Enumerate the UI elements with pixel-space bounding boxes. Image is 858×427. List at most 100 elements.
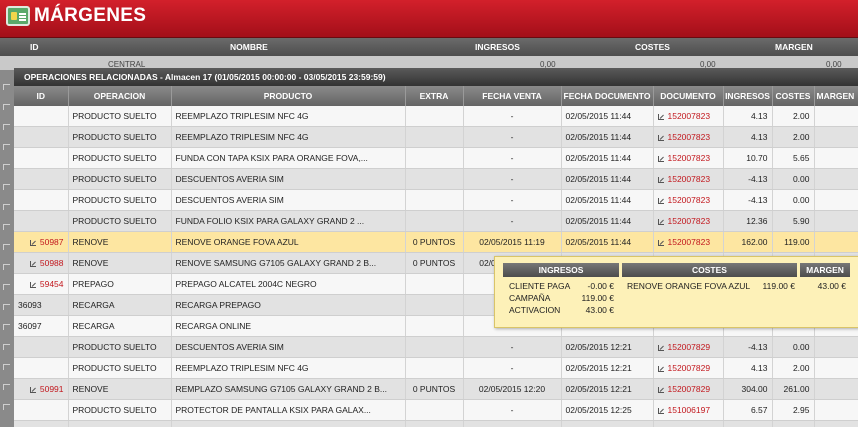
external-link-icon[interactable] bbox=[657, 218, 665, 225]
cell-extra: 0 PUNTOS bbox=[405, 231, 464, 253]
external-link-icon[interactable] bbox=[657, 239, 665, 246]
cell-documento: 152007823 bbox=[653, 147, 724, 169]
cell-id: 50987 bbox=[14, 231, 69, 253]
cell-producto: REEMPLAZO TRIPLESIM NFC 4G bbox=[171, 106, 406, 127]
cell-extra bbox=[405, 399, 464, 421]
external-link-icon[interactable] bbox=[657, 407, 665, 414]
external-link-icon[interactable] bbox=[657, 155, 665, 162]
cell-fecha-venta: - bbox=[463, 168, 562, 190]
operation-row[interactable]: PRODUCTO SUELTOREEMPLAZO TRIPLESIM NFC 4… bbox=[14, 126, 858, 148]
external-link-icon[interactable] bbox=[657, 197, 665, 204]
document-link[interactable]: 152007829 bbox=[668, 384, 711, 394]
col-fecha-documento[interactable]: FECHA DOCUMENTO bbox=[561, 86, 654, 106]
cell-margen: 2.13 bbox=[814, 357, 858, 379]
external-link-icon[interactable] bbox=[29, 386, 37, 393]
cell-id: 36097 bbox=[14, 315, 69, 337]
cell-extra bbox=[405, 126, 464, 148]
document-link[interactable]: 151006197 bbox=[668, 405, 711, 415]
background-table-left-column bbox=[0, 70, 14, 427]
cell-extra bbox=[405, 147, 464, 169]
cell-producto: RENOVE SAMSUNG G7105 GALAXY GRAND 2 B... bbox=[171, 252, 406, 274]
external-link-icon[interactable] bbox=[29, 260, 37, 267]
operation-row[interactable]: PRODUCTO SUELTO FUNDA CON TAPA KSIX PARA … bbox=[14, 147, 858, 169]
bg-col-ingresos[interactable]: INGRESOS bbox=[475, 42, 520, 52]
cell-margen: 3.62 bbox=[814, 399, 858, 421]
document-link[interactable]: 152007823 bbox=[668, 216, 711, 226]
operation-row[interactable]: PRODUCTO SUELTO PROTECTOR DE PANTALLA KSI… bbox=[14, 399, 858, 421]
cell-ingresos: 4.13 bbox=[723, 420, 773, 427]
operation-row[interactable]: PRODUCTO SUELTOREEMPLAZO TRIPLESIM NFC 4… bbox=[14, 106, 858, 127]
operation-row[interactable]: PRODUCTO SUELTOREEMPLAZO TRIPLESIM NFC 4… bbox=[14, 357, 858, 379]
operation-id-link[interactable]: 50987 bbox=[40, 237, 64, 247]
operation-row[interactable]: PRODUCTO SUELTO FUNDA FOLIO KSIX PARA GAL… bbox=[14, 210, 858, 232]
document-link[interactable]: 152007823 bbox=[668, 111, 711, 121]
external-link-icon[interactable] bbox=[657, 386, 665, 393]
col-operacion[interactable]: OPERACION bbox=[68, 86, 172, 106]
col-extra[interactable]: EXTRA bbox=[405, 86, 464, 106]
operation-row[interactable]: PRODUCTO SUELTO DESCUENTOS AVERIA SIM -02/… bbox=[14, 189, 858, 211]
external-link-icon[interactable] bbox=[29, 239, 37, 246]
col-documento[interactable]: DOCUMENTO bbox=[653, 86, 724, 106]
bg-col-costes[interactable]: COSTES bbox=[635, 42, 670, 52]
document-link[interactable]: 152007823 bbox=[668, 237, 711, 247]
cell-costes: 0.00 bbox=[772, 189, 815, 211]
cell-extra bbox=[405, 210, 464, 232]
cell-documento: 152007823 bbox=[653, 210, 724, 232]
cell-fecha-documento: 02/05/2015 11:44 bbox=[561, 106, 654, 127]
col-ingresos[interactable]: INGRESOS bbox=[723, 86, 773, 106]
cell-fecha-documento: 02/05/2015 11:44 bbox=[561, 168, 654, 190]
cell-fecha-venta: - bbox=[463, 147, 562, 169]
operation-row[interactable]: 50987 RENOVE RENOVE ORANGE FOVA AZUL 0 PUNT… bbox=[14, 231, 858, 253]
external-link-icon[interactable] bbox=[657, 365, 665, 372]
operation-row[interactable]: PRODUCTO SUELTO DESCUENTOS AVERIA SIM -02/… bbox=[14, 336, 858, 358]
document-link[interactable]: 152007829 bbox=[668, 363, 711, 373]
col-margen[interactable]: MARGEN bbox=[814, 86, 858, 106]
tooltip-coste-label: RENOVE ORANGE FOVA AZUL bbox=[627, 281, 751, 291]
external-link-icon[interactable] bbox=[657, 176, 665, 183]
cell-operacion: PRODUCTO SUELTO bbox=[68, 189, 172, 211]
operation-id-link[interactable]: 50991 bbox=[40, 384, 64, 394]
col-id[interactable]: ID bbox=[14, 86, 69, 106]
document-link[interactable]: 152007829 bbox=[668, 342, 711, 352]
bg-col-margen[interactable]: MARGEN bbox=[775, 42, 813, 52]
bg-col-nombre[interactable]: NOMBRE bbox=[230, 42, 268, 52]
cell-documento: 152007823 bbox=[653, 106, 724, 127]
cell-id: 50991 bbox=[14, 378, 69, 400]
cell-extra bbox=[405, 420, 464, 427]
bg-col-id[interactable]: ID bbox=[30, 42, 39, 52]
cell-fecha-documento: 02/05/2015 13:09 bbox=[561, 420, 654, 427]
external-link-icon[interactable] bbox=[657, 134, 665, 141]
cell-extra bbox=[405, 168, 464, 190]
document-link[interactable]: 152007823 bbox=[668, 195, 711, 205]
document-link[interactable]: 152007823 bbox=[668, 153, 711, 163]
external-link-icon[interactable] bbox=[657, 113, 665, 120]
col-producto[interactable]: PRODUCTO bbox=[171, 86, 406, 106]
cell-operacion: PRODUCTO SUELTO bbox=[68, 357, 172, 379]
cell-id bbox=[14, 210, 69, 232]
operation-row[interactable]: PRODUCTO SUELTO DESCUENTOS AVERIA SIM -02/… bbox=[14, 168, 858, 190]
cell-costes: 2.00 bbox=[772, 126, 815, 148]
external-link-icon[interactable] bbox=[657, 344, 665, 351]
tooltip-header-margen: MARGEN bbox=[800, 263, 850, 277]
col-fecha-venta[interactable]: FECHA VENTA bbox=[463, 86, 562, 106]
col-costes[interactable]: COSTES bbox=[772, 86, 815, 106]
cell-fecha-documento: 02/05/2015 11:44 bbox=[561, 126, 654, 148]
operation-id-link[interactable]: 50988 bbox=[40, 258, 64, 268]
cell-producto: RECARGA ONLINE bbox=[171, 315, 406, 337]
document-link[interactable]: 152007823 bbox=[668, 174, 711, 184]
tooltip-header-costes: COSTES bbox=[622, 263, 797, 277]
document-link[interactable]: 152007823 bbox=[668, 132, 711, 142]
cell-id bbox=[14, 106, 69, 127]
operation-id-link[interactable]: 59454 bbox=[40, 279, 64, 289]
cell-fecha-venta: - bbox=[463, 336, 562, 358]
cell-extra bbox=[405, 315, 464, 337]
operation-row[interactable]: PRODUCTO SUELTOREEMPLAZO TRIPLESIM NFC 4… bbox=[14, 420, 858, 427]
external-link-icon[interactable] bbox=[29, 281, 37, 288]
cell-ingresos: 10.70 bbox=[723, 147, 773, 169]
cell-fecha-documento: 02/05/2015 11:44 bbox=[561, 231, 654, 253]
operation-row[interactable]: 50991 RENOVE REMPLAZO SAMSUNG G7105 GALAXY… bbox=[14, 378, 858, 400]
cell-costes: 2.00 bbox=[772, 357, 815, 379]
cell-ingresos: 4.13 bbox=[723, 126, 773, 148]
cell-id bbox=[14, 168, 69, 190]
cell-ingresos: 162.00 bbox=[723, 231, 773, 253]
